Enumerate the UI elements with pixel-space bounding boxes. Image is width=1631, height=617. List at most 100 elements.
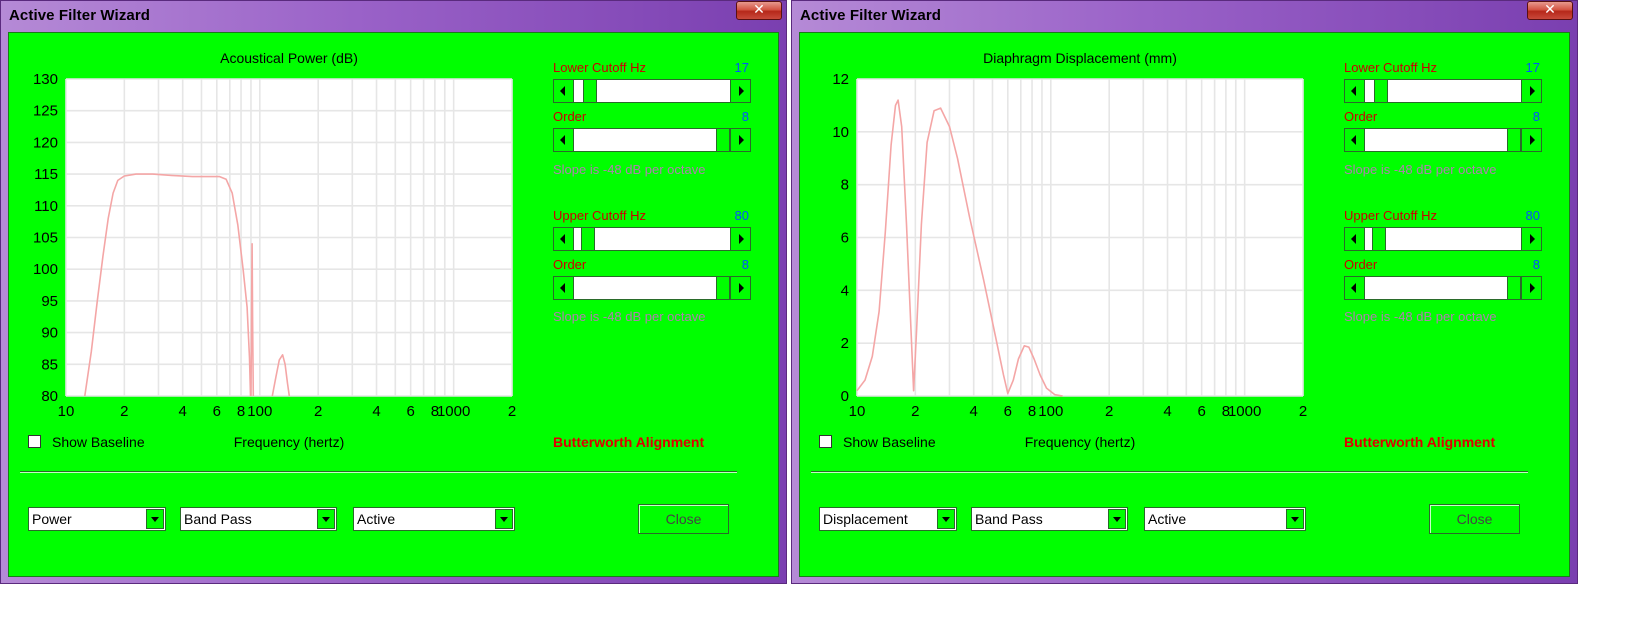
upper-order-value: 8 <box>1532 257 1540 272</box>
upper-cutoff-label: Upper Cutoff Hz <box>1344 208 1437 223</box>
window-title: Active Filter Wizard <box>9 7 151 24</box>
upper-order-slider[interactable] <box>553 276 751 300</box>
dropdown-arrow-icon[interactable] <box>317 509 335 529</box>
upper-cutoff-slider[interactable] <box>553 227 751 251</box>
scroll-right-icon[interactable] <box>730 228 750 250</box>
x-tick-label: 2 <box>1105 403 1113 420</box>
x-tick-label: 2 <box>1299 403 1307 420</box>
window-close-button[interactable]: ✕ <box>1527 1 1573 20</box>
close-button[interactable]: Close <box>1429 504 1520 534</box>
lower-order-label: Order <box>553 109 587 124</box>
lower-order-value: 8 <box>741 109 749 124</box>
dropdown-arrow-icon[interactable] <box>1286 509 1304 529</box>
slider-thumb[interactable] <box>716 277 730 299</box>
slider-thumb[interactable] <box>1372 228 1387 250</box>
x-tick-label: 2 <box>120 403 128 420</box>
x-tick-label: 6 <box>1004 403 1012 420</box>
plot-type-value: Power <box>32 511 72 527</box>
lower-cutoff-label: Lower Cutoff Hz <box>1344 60 1437 75</box>
x-tick-label: 2 <box>508 403 516 420</box>
lower-slope-text: Slope is -48 dB per octave <box>1344 162 1497 177</box>
mode-value: Active <box>1148 511 1187 527</box>
y-tick-label: 6 <box>841 230 849 247</box>
lower-cutoff-slider[interactable] <box>1344 79 1542 103</box>
client-area: Acoustical Power (dB) 130 125 120 115 110 105… <box>8 32 779 577</box>
slider-thumb[interactable] <box>1373 80 1388 102</box>
x-tick-label: 6 <box>1197 403 1205 420</box>
scroll-right-icon[interactable] <box>730 277 750 299</box>
scroll-right-icon[interactable] <box>730 80 750 102</box>
window-close-button[interactable]: ✕ <box>736 1 782 20</box>
dropdown-arrow-icon[interactable] <box>937 509 955 529</box>
scroll-left-icon[interactable] <box>554 80 574 102</box>
scroll-left-icon[interactable] <box>1345 80 1365 102</box>
x-tick-label: 1000 <box>1228 403 1261 420</box>
scroll-left-icon[interactable] <box>1345 228 1365 250</box>
slider-thumb[interactable] <box>1507 277 1521 299</box>
x-axis-label: Frequency (hertz) <box>1024 434 1136 450</box>
upper-order-label: Order <box>553 257 587 272</box>
alignment-text: Butterworth Alignment <box>1344 434 1496 450</box>
filter-type-select[interactable]: Band Pass <box>180 507 337 531</box>
upper-cutoff-label: Upper Cutoff Hz <box>553 208 646 223</box>
separator <box>811 471 1528 473</box>
scroll-left-icon[interactable] <box>1345 277 1365 299</box>
lower-slope-text: Slope is -48 dB per octave <box>553 162 706 177</box>
y-tick-label: 115 <box>34 166 58 183</box>
x-tick-label: 6 <box>213 403 221 420</box>
dropdown-arrow-icon[interactable] <box>146 509 164 529</box>
plot-type-select[interactable]: Displacement <box>819 507 957 531</box>
response-plot: 12108642010 2 4 6 8 100 2 4 6 81000 2 <box>832 71 1307 420</box>
slider-thumb[interactable] <box>582 80 597 102</box>
y-tick-label: 130 <box>33 71 58 88</box>
slider-thumb[interactable] <box>716 129 730 151</box>
x-tick-label: 6 <box>406 403 414 420</box>
scroll-right-icon[interactable] <box>1521 228 1541 250</box>
x-tick-label: 10 <box>58 403 75 420</box>
lower-cutoff-value: 17 <box>734 60 749 75</box>
plot-type-select[interactable]: Power <box>28 507 166 531</box>
y-tick-label: 105 <box>33 230 58 247</box>
scroll-left-icon[interactable] <box>1345 129 1365 151</box>
scroll-left-icon[interactable] <box>554 277 574 299</box>
x-tick-label: 2 <box>314 403 322 420</box>
filter-type-select[interactable]: Band Pass <box>971 507 1128 531</box>
y-tick-label: 110 <box>34 198 58 215</box>
scroll-left-icon[interactable] <box>554 228 574 250</box>
scroll-right-icon[interactable] <box>1521 80 1541 102</box>
x-tick-label: 100 <box>1038 403 1063 420</box>
close-button-label: Close <box>665 511 702 527</box>
scroll-right-icon[interactable] <box>1521 129 1541 151</box>
scroll-right-icon[interactable] <box>1521 277 1541 299</box>
slider-thumb[interactable] <box>581 228 596 250</box>
y-tick-label: 10 <box>832 124 849 141</box>
close-button[interactable]: Close <box>638 504 729 534</box>
close-icon: ✕ <box>1544 2 1556 18</box>
slider-thumb[interactable] <box>1507 129 1521 151</box>
client-area: Diaphragm Displacement (mm) 12 10 8 6 4 2 0 10 2… <box>799 32 1570 577</box>
upper-cutoff-slider[interactable] <box>1344 227 1542 251</box>
scroll-right-icon[interactable] <box>730 129 750 151</box>
scroll-left-icon[interactable] <box>554 129 574 151</box>
lower-order-slider[interactable] <box>553 128 751 152</box>
dropdown-arrow-icon[interactable] <box>495 509 513 529</box>
upper-order-slider[interactable] <box>1344 276 1542 300</box>
x-tick-label: 4 <box>179 403 187 420</box>
title-bar[interactable]: Active Filter Wizard ✕ <box>0 0 787 32</box>
dropdown-arrow-icon[interactable] <box>1108 509 1126 529</box>
separator <box>20 471 737 473</box>
x-tick-label: 8 <box>237 403 245 420</box>
mode-select[interactable]: Active <box>353 507 515 531</box>
x-tick-label: 2 <box>911 403 919 420</box>
lower-cutoff-slider[interactable] <box>553 79 751 103</box>
x-tick-label: 8 <box>1028 403 1036 420</box>
x-tick-label: 4 <box>372 403 380 420</box>
y-tick-label: 80 <box>41 388 58 405</box>
y-tick-label: 120 <box>33 134 58 151</box>
mode-value: Active <box>357 511 396 527</box>
title-bar[interactable]: Active Filter Wizard ✕ <box>791 0 1578 32</box>
lower-order-slider[interactable] <box>1344 128 1542 152</box>
upper-order-label: Order <box>1344 257 1378 272</box>
upper-cutoff-value: 80 <box>1525 208 1540 223</box>
mode-select[interactable]: Active <box>1144 507 1306 531</box>
